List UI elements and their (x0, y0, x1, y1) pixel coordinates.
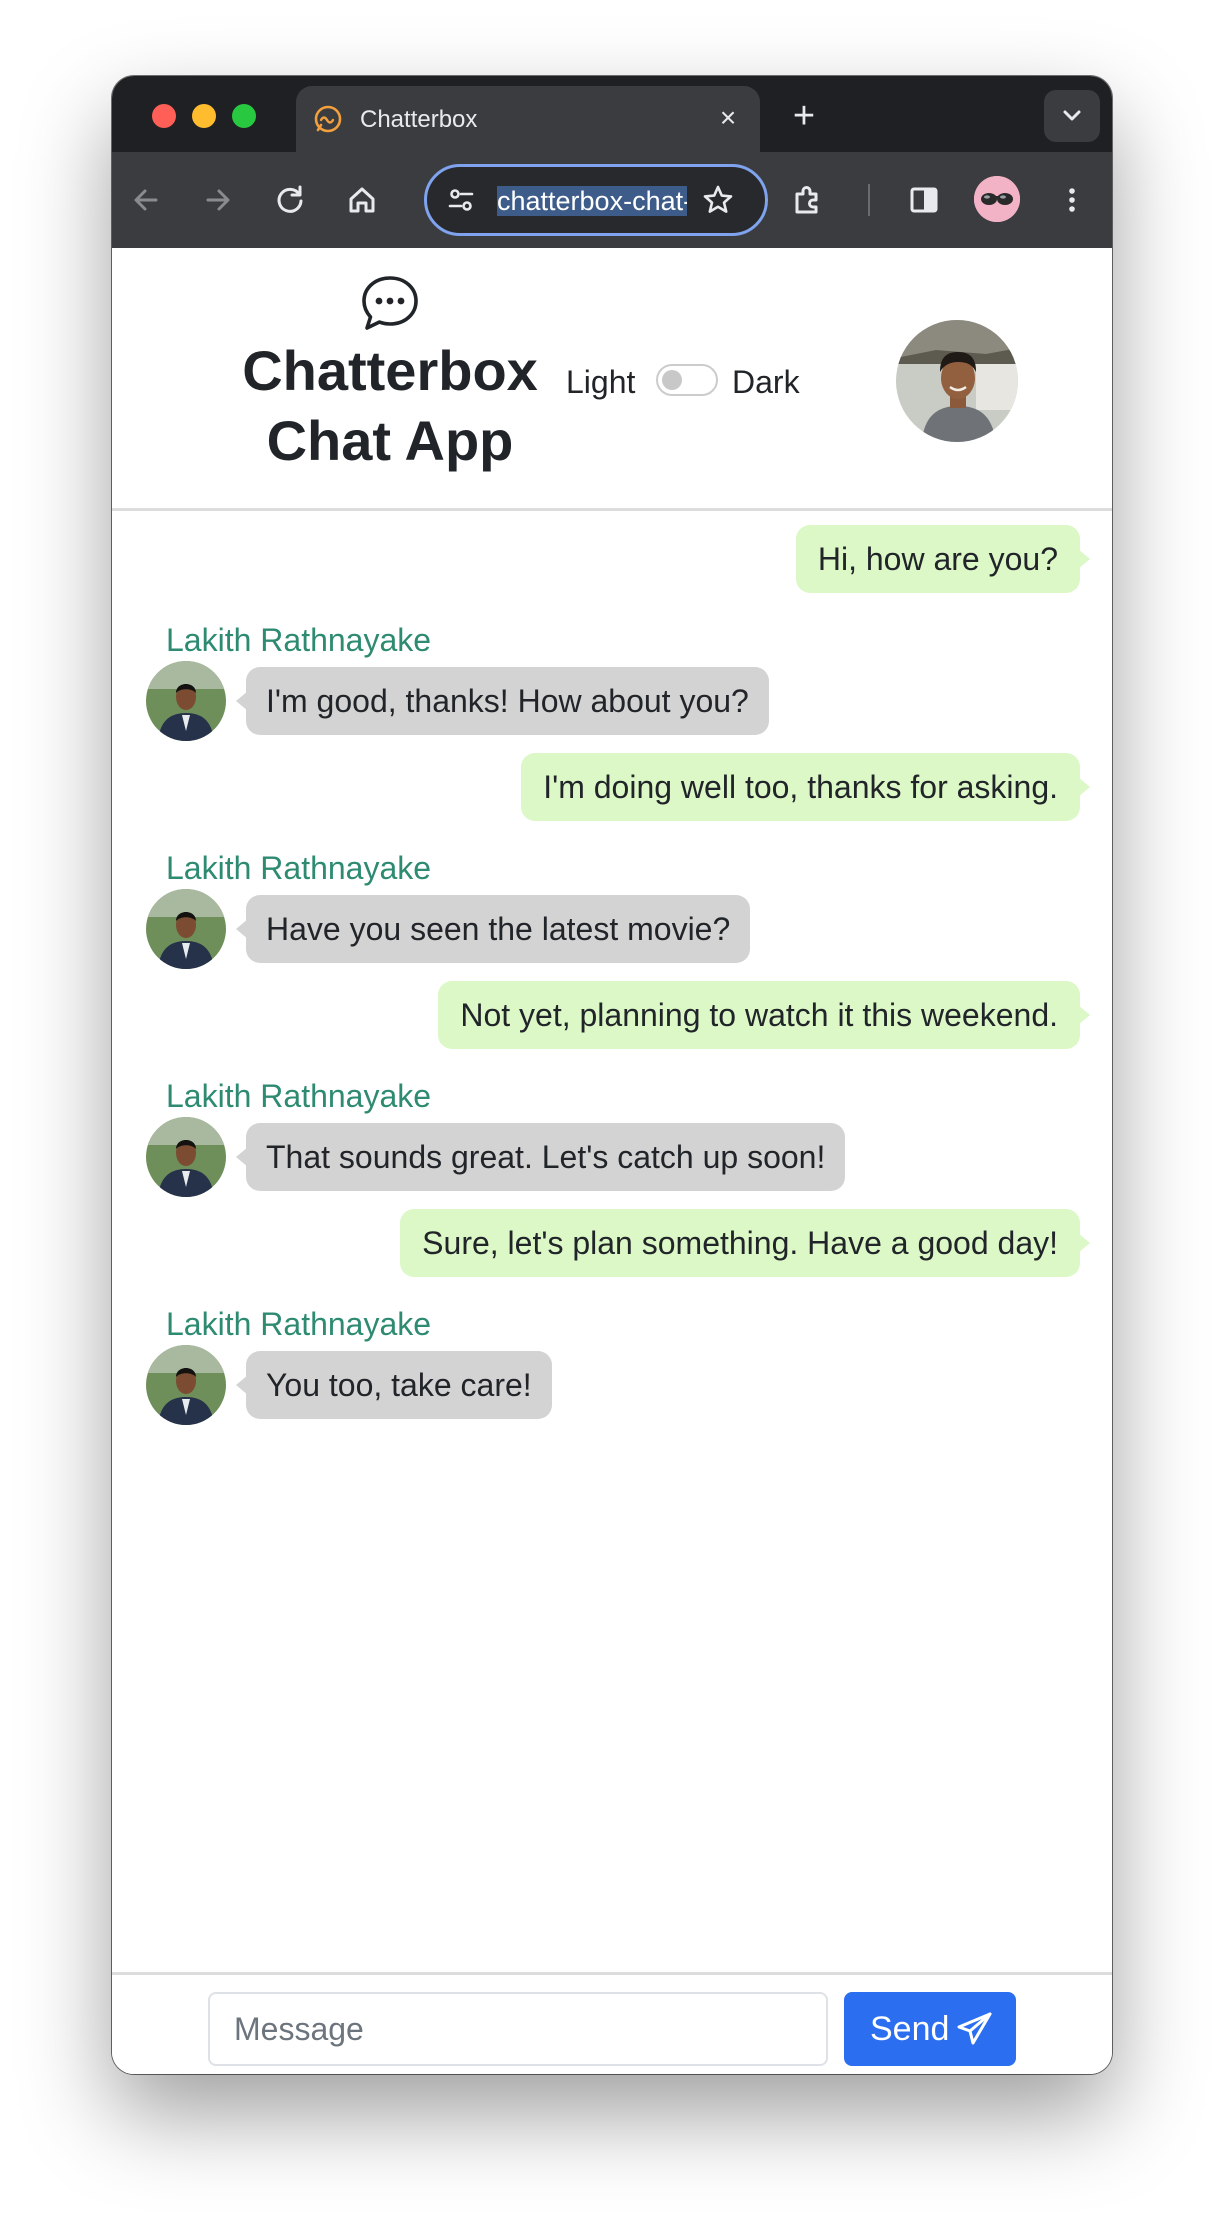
home-icon[interactable] (342, 180, 382, 220)
chevron-down-icon (1063, 110, 1081, 121)
sunglasses-avatar-icon (974, 176, 1020, 222)
incoming-message: I'm good, thanks! How about you? (236, 667, 769, 735)
chat-bubble-icon (362, 276, 418, 330)
sender-name: Lakith Rathnayake (166, 1078, 432, 1114)
app-header: Chatterbox Chat App Light Dark (112, 248, 1112, 511)
maximize-window-button[interactable] (232, 104, 256, 128)
arrow-left-icon[interactable] (126, 180, 166, 220)
tab-close-icon[interactable]: × (712, 102, 744, 134)
reload-icon[interactable] (270, 180, 310, 220)
dark-mode-switch[interactable] (656, 364, 718, 396)
browser-tab[interactable]: Chatterbox × (296, 86, 760, 152)
theme-light-label: Light (566, 364, 636, 400)
address-bar[interactable]: chatterbox-chat-app (424, 164, 768, 236)
user-photo (896, 320, 1018, 442)
tab-search-button[interactable] (1044, 90, 1100, 142)
contact-photo (146, 661, 226, 741)
outgoing-message: Sure, let's plan something. Have a good … (400, 1209, 1090, 1277)
tab-title: Chatterbox (360, 106, 478, 133)
arrow-right-icon[interactable] (198, 180, 238, 220)
paper-plane-icon (957, 2012, 992, 2045)
side-panel-icon[interactable] (904, 180, 944, 220)
incoming-message: That sounds great. Let's catch up soon! (235, 1123, 846, 1191)
outgoing-message: I'm doing well too, thanks for asking. (521, 753, 1090, 821)
kebab-menu-icon[interactable] (1052, 180, 1092, 220)
browser-toolbar: chatterbox-chat-app (112, 152, 1112, 248)
sender-name: Lakith Rathnayake (166, 1306, 432, 1342)
user-avatar[interactable] (896, 320, 1018, 442)
send-label: Send (870, 2010, 950, 2048)
puzzle-icon[interactable] (788, 180, 828, 220)
contact-avatar[interactable] (146, 1117, 226, 1197)
new-tab-button[interactable]: + (784, 96, 824, 136)
sender-name: Lakith Rathnayake (166, 622, 432, 658)
minimize-window-button[interactable] (192, 104, 216, 128)
contact-avatar[interactable] (146, 1345, 226, 1425)
contact-avatar[interactable] (146, 661, 226, 741)
star-icon[interactable] (701, 183, 735, 217)
contact-avatar[interactable] (146, 889, 226, 969)
outgoing-message: Not yet, planning to watch it this weeke… (438, 981, 1090, 1049)
app-title-line2: Chat App (266, 409, 514, 472)
incoming-message: Have you seen the latest movie? (235, 895, 751, 963)
tab-strip: Chatterbox × + (112, 76, 1112, 152)
profile-avatar[interactable] (974, 176, 1020, 222)
message-composer: Send (112, 1972, 1112, 2074)
incoming-message: You too, take care! (236, 1351, 552, 1419)
address-text[interactable]: chatterbox-chat-app (497, 184, 687, 218)
contact-photo (146, 1345, 226, 1425)
contact-photo (146, 1117, 226, 1197)
app-title-line1: Chatterbox (242, 339, 538, 402)
theme-dark-label: Dark (732, 364, 800, 400)
browser-window: Chatterbox × + chatterbox-chat Chatterbo… (112, 76, 1112, 2074)
switch-knob (662, 370, 682, 390)
outgoing-message: Hi, how are you? (795, 525, 1091, 593)
toolbar-separator (868, 184, 870, 216)
message-list: Hi, how are you? Lakith Rathnayake I'm g… (112, 511, 1112, 1971)
tune-icon[interactable] (445, 184, 477, 216)
contact-photo (146, 889, 226, 969)
chat-page: Chatterbox Chat App Light Dark Hi, how a… (112, 248, 1112, 2074)
message-input[interactable] (208, 1992, 828, 2066)
send-button[interactable]: Send (844, 1992, 1016, 2066)
sender-name: Lakith Rathnayake (166, 850, 432, 886)
chatterbox-favicon-icon (314, 105, 342, 133)
app-title: Chatterbox Chat App (220, 336, 560, 476)
close-window-button[interactable] (152, 104, 176, 128)
